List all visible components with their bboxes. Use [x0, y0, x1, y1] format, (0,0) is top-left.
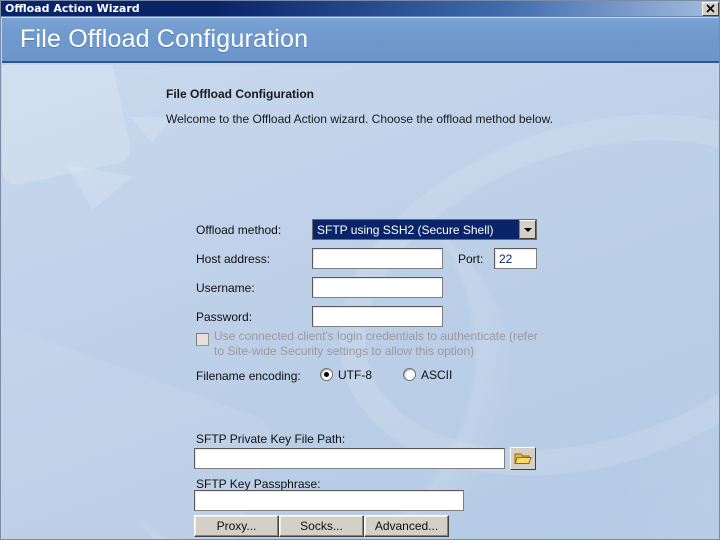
section-heading: File Offload Configuration	[166, 87, 314, 101]
port-input[interactable]	[494, 248, 537, 269]
filename-encoding-label: Filename encoding:	[196, 369, 301, 383]
private-key-path-input[interactable]	[194, 448, 505, 469]
browse-private-key-button[interactable]	[510, 447, 536, 470]
window-titlebar: Offload Action Wizard	[1, 1, 719, 17]
banner-title: File Offload Configuration	[20, 25, 309, 53]
host-address-input[interactable]	[312, 248, 443, 269]
offload-method-select[interactable]: SFTP using SSH2 (Secure Shell)	[312, 219, 537, 240]
close-icon	[706, 4, 715, 13]
folder-open-icon	[514, 453, 532, 464]
encoding-radio-utf8-label[interactable]: UTF-8	[338, 368, 372, 382]
form-content: File Offload Configuration Welcome to th…	[2, 65, 719, 539]
socks-button[interactable]: Socks...	[279, 515, 364, 537]
close-button[interactable]	[702, 1, 719, 16]
password-input[interactable]	[312, 306, 443, 327]
chevron-down-icon[interactable]	[519, 220, 536, 239]
port-label: Port:	[458, 252, 484, 266]
wizard-banner: File Offload Configuration	[2, 18, 719, 63]
passphrase-label: SFTP Key Passphrase:	[196, 477, 321, 491]
advanced-button[interactable]: Advanced...	[364, 515, 449, 537]
passphrase-input[interactable]	[194, 490, 464, 511]
offload-method-value: SFTP using SSH2 (Secure Shell)	[313, 220, 519, 239]
use-client-credentials-label: Use connected client's login credentials…	[214, 329, 538, 358]
private-key-path-label: SFTP Private Key File Path:	[196, 432, 346, 446]
window-title: Offload Action Wizard	[5, 2, 140, 15]
use-client-credentials-checkbox[interactable]	[196, 333, 209, 346]
offload-method-label: Offload method:	[196, 223, 282, 237]
encoding-radio-ascii[interactable]	[403, 368, 416, 381]
password-label: Password:	[196, 310, 253, 324]
encoding-radio-ascii-label[interactable]: ASCII	[421, 368, 452, 382]
wizard-window: Offload Action Wizard File Offload Confi…	[0, 0, 720, 540]
host-address-label: Host address:	[196, 252, 271, 266]
username-label: Username:	[196, 281, 255, 295]
username-input[interactable]	[312, 277, 443, 298]
proxy-button[interactable]: Proxy...	[194, 515, 279, 537]
encoding-radio-utf8[interactable]	[320, 368, 333, 381]
wizard-body: File Offload Configuration Welcome to th…	[2, 65, 719, 539]
section-description: Welcome to the Offload Action wizard. Ch…	[166, 112, 553, 126]
